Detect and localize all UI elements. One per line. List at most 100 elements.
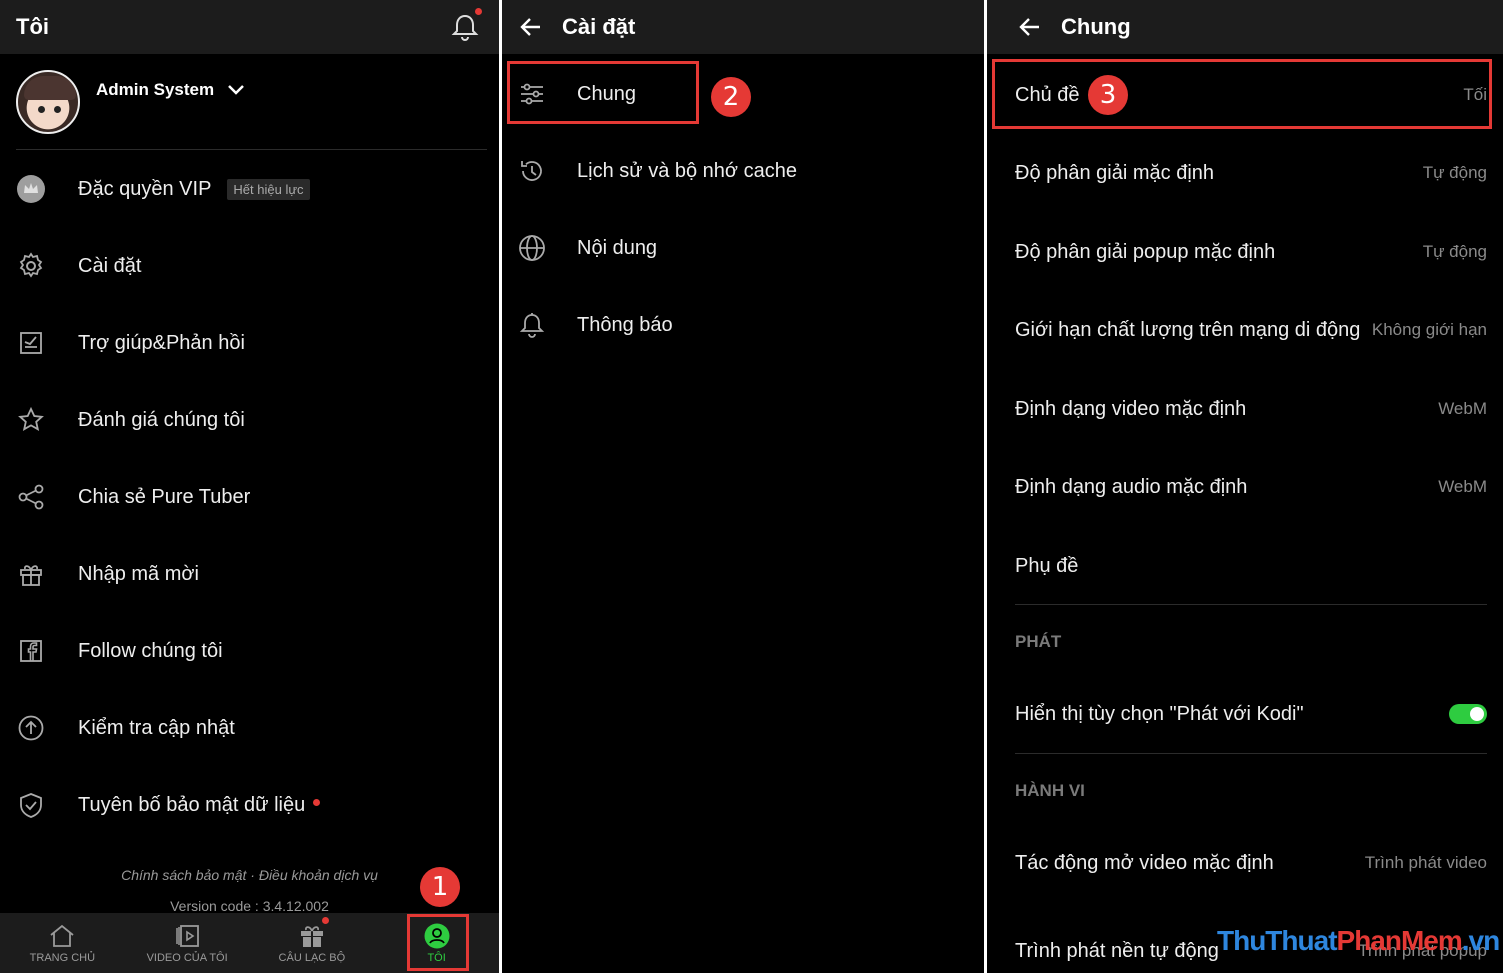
menu-item-label: Kiểm tra cập nhật [78, 716, 235, 739]
menu-item-label: Trợ giúp&Phản hồi [78, 331, 245, 354]
setting-row-video-format[interactable]: Định dạng video mặc định WebM [1015, 389, 1487, 429]
setting-row-mobile-quality-limit[interactable]: Giới hạn chất lượng trên mạng di động Kh… [1015, 310, 1487, 350]
menu-item-label: Follow chúng tôi [78, 639, 223, 662]
setting-value: Tự động [1422, 163, 1487, 182]
gift-icon [16, 559, 46, 589]
setting-label: Độ phân giải mặc định [1015, 161, 1215, 184]
watermark-part: PhanMem [1336, 925, 1463, 956]
setting-label: Định dạng video mặc định [1015, 397, 1247, 420]
feedback-icon [16, 328, 46, 358]
kodi-toggle[interactable] [1449, 704, 1487, 724]
setting-value: WebM [1438, 399, 1487, 418]
highlight-box-step1 [407, 914, 469, 971]
username-label: Admin System [96, 80, 215, 99]
nav-home[interactable]: TRANG CHỦ [0, 913, 125, 973]
menu-item-check-update[interactable]: Kiểm tra cập nhật [16, 708, 235, 748]
globe-icon [516, 232, 548, 264]
setting-row-subtitles[interactable]: Phụ đề [1015, 546, 1487, 586]
back-arrow-icon[interactable] [1017, 14, 1043, 40]
settings-item-notifications[interactable]: Thông báo [516, 305, 673, 345]
video-library-icon [176, 924, 200, 947]
menu-item-settings[interactable]: Cài đặt [16, 246, 141, 286]
setting-label: Giới hạn chất lượng trên mạng di động [1015, 318, 1361, 341]
version-code: Version code : 3.4.12.002 [170, 898, 329, 914]
username-dropdown[interactable]: Admin System [96, 80, 244, 100]
settings-item-history-cache[interactable]: Lịch sử và bộ nhớ cache [516, 151, 797, 191]
setting-row-kodi[interactable]: Hiển thị tùy chọn "Phát với Kodi" [1015, 694, 1487, 734]
setting-value: Trình phát video [1364, 853, 1487, 872]
share-icon [16, 482, 46, 512]
setting-label: Độ phân giải popup mặc định [1015, 240, 1276, 263]
facebook-icon [16, 636, 46, 666]
gear-icon [16, 251, 46, 281]
history-icon [516, 155, 548, 187]
setting-label: Trình phát nền tự động [1015, 939, 1219, 962]
menu-item-label: Đặc quyền VIP [78, 177, 212, 200]
club-new-dot [321, 917, 329, 924]
notification-bell-icon[interactable] [451, 8, 482, 42]
back-arrow-icon[interactable] [518, 14, 544, 40]
menu-item-label: Tuyên bố bảo mật dữ liệu [78, 793, 306, 816]
menu-item-follow[interactable]: Follow chúng tôi [16, 631, 223, 671]
menu-item-privacy[interactable]: Tuyên bố bảo mật dữ liệu [16, 785, 321, 825]
bell-icon [516, 309, 548, 341]
user-profile[interactable]: Admin System [16, 70, 244, 134]
setting-label: Hiển thị tùy chọn "Phát với Kodi" [1015, 702, 1304, 725]
highlight-box-step2 [507, 61, 699, 124]
section-header-play: PHÁT [1015, 632, 1062, 651]
section-header-behavior: HÀNH VI [1015, 781, 1085, 800]
general-settings-panel: Chung Chủ đề Tối Độ phân giải mặc định T… [987, 0, 1503, 973]
shield-icon [16, 790, 46, 820]
page-title: Cài đặt [562, 14, 636, 39]
menu-item-share[interactable]: Chia sẻ Pure Tuber [16, 477, 250, 517]
watermark-part: .vn [1461, 925, 1500, 956]
settings-header: Cài đặt [502, 0, 984, 54]
setting-row-audio-format[interactable]: Định dạng audio mặc định WebM [1015, 467, 1487, 507]
watermark-logo: ThuThuatPhanMem.vn [1217, 925, 1500, 957]
menu-item-label: Chia sẻ Pure Tuber [78, 485, 251, 508]
avatar[interactable] [16, 70, 80, 134]
menu-item-label: Nhập mã mời [78, 562, 199, 585]
settings-item-label: Nội dung [577, 236, 658, 259]
setting-value: Không giới hạn [1371, 320, 1487, 339]
nav-my-videos[interactable]: VIDEO CỦA TÔI [125, 913, 250, 973]
setting-label: Tác động mở video mặc định [1015, 851, 1274, 874]
home-icon [50, 924, 74, 947]
divider [1015, 753, 1487, 754]
menu-item-label: Cài đặt [78, 254, 142, 277]
nav-club[interactable]: CÂU LẠC BỘ [250, 913, 375, 973]
general-header: Chung [987, 0, 1503, 54]
status-badge: Hết hiệu lực [227, 178, 310, 200]
setting-label: Phụ đề [1015, 554, 1079, 577]
upload-circle-icon [16, 713, 46, 743]
setting-value: Tự động [1422, 242, 1487, 261]
menu-item-vip[interactable]: Đặc quyền VIP Hết hiệu lực [16, 169, 310, 209]
divider [16, 149, 487, 150]
setting-row-open-video-action[interactable]: Tác động mở video mặc định Trình phát vi… [1015, 843, 1487, 883]
watermark-part: ThuThuat [1217, 925, 1338, 956]
setting-label: Định dạng audio mặc định [1015, 475, 1248, 498]
settings-panel: Cài đặt Chung Lịch sử và bộ nhớ cache Nộ… [502, 0, 984, 973]
notification-dot [475, 8, 482, 15]
page-title: Chung [1061, 14, 1131, 39]
nav-label: VIDEO CỦA TÔI [146, 951, 228, 964]
settings-item-label: Lịch sử và bộ nhớ cache [577, 159, 797, 182]
settings-item-label: Thông báo [577, 313, 673, 336]
profile-panel: Tôi Admin System Đặc quyền VIP Hết hiệu … [0, 0, 499, 973]
profile-header: Tôi [0, 0, 499, 54]
highlight-box-step3 [992, 59, 1492, 129]
step-badge-1: 1 [420, 867, 460, 907]
settings-item-content[interactable]: Nội dung [516, 228, 657, 268]
nav-label: TRANG CHỦ [29, 951, 96, 964]
menu-item-rate[interactable]: Đánh giá chúng tôi [16, 400, 245, 440]
crown-icon [16, 174, 46, 204]
new-dot [313, 798, 321, 806]
setting-row-default-resolution[interactable]: Độ phân giải mặc định Tự động [1015, 153, 1487, 193]
menu-item-help[interactable]: Trợ giúp&Phản hồi [16, 323, 245, 363]
chevron-down-icon [228, 85, 244, 95]
step-badge-2: 2 [711, 77, 751, 117]
menu-item-invite-code[interactable]: Nhập mã mời [16, 554, 199, 594]
setting-row-popup-resolution[interactable]: Độ phân giải popup mặc định Tự động [1015, 232, 1487, 272]
step-badge-3: 3 [1088, 75, 1128, 115]
star-icon [16, 405, 46, 435]
